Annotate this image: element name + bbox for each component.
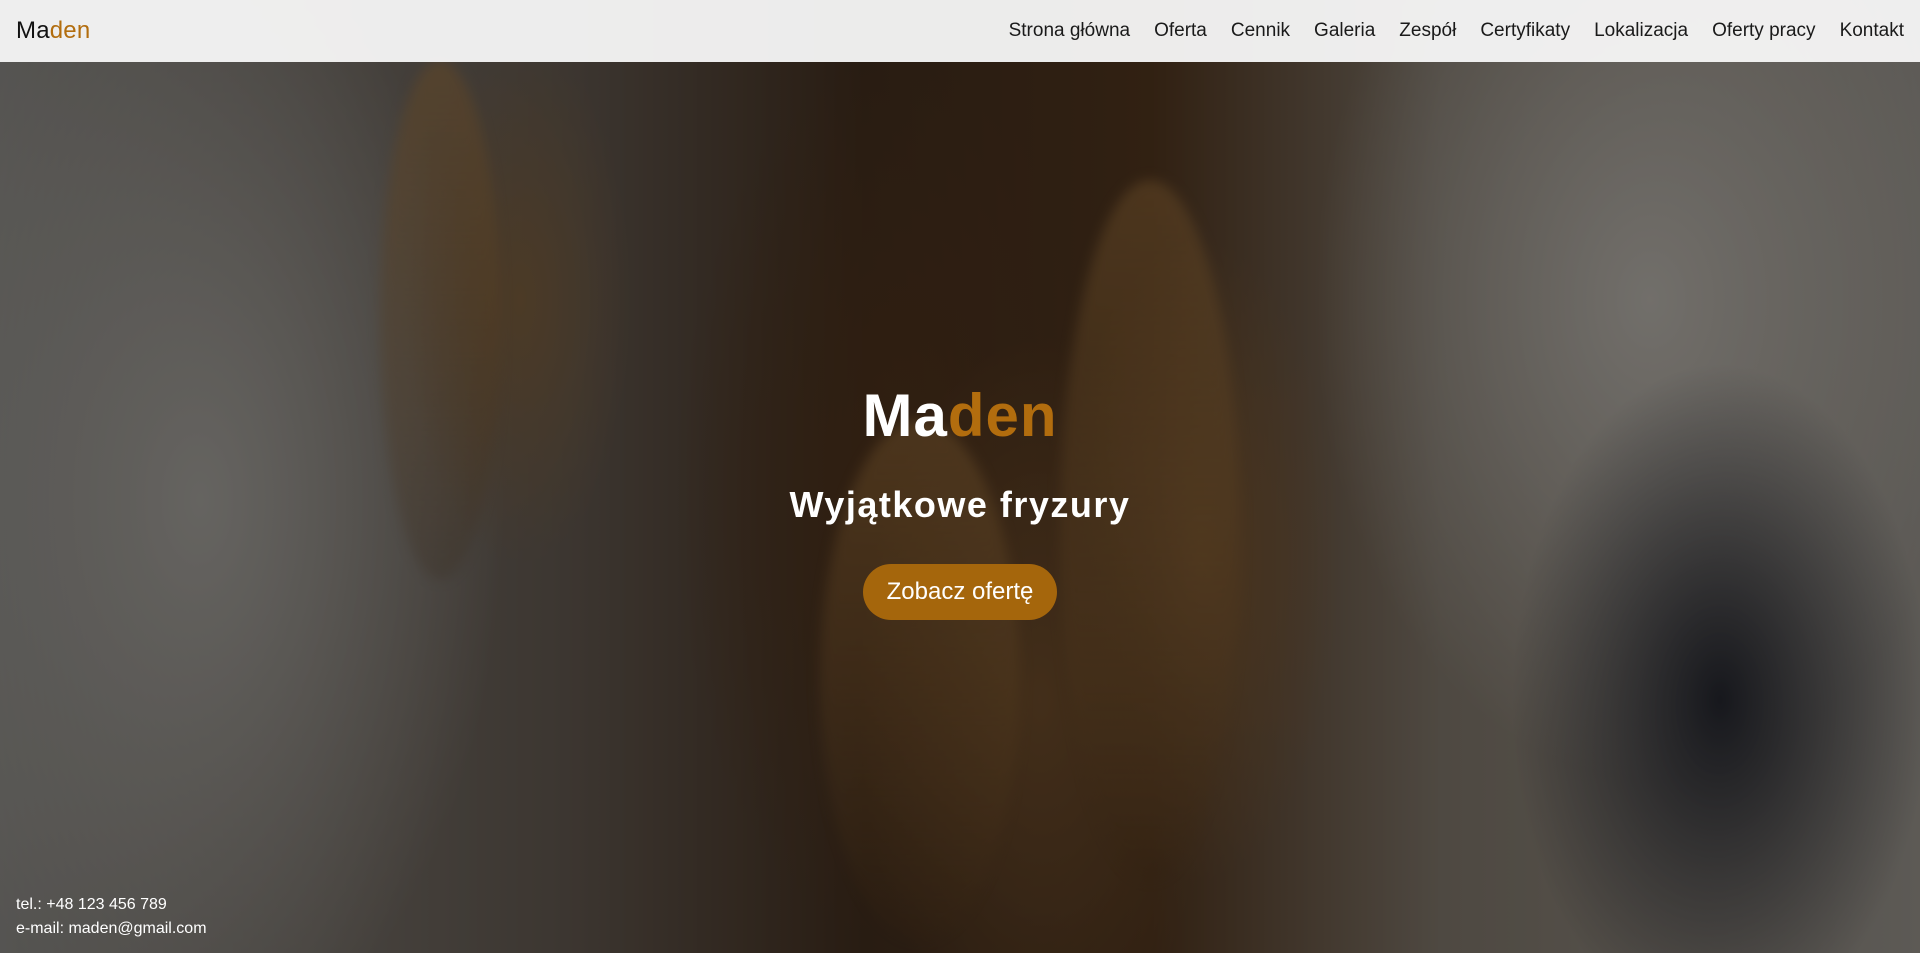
brand-logo[interactable]: Maden (16, 17, 90, 45)
nav-item-home[interactable]: Strona główna (1009, 20, 1130, 42)
see-offer-button[interactable]: Zobacz ofertę (862, 564, 1058, 620)
nav-item-contact[interactable]: Kontakt (1840, 20, 1904, 42)
brand-suffix: den (49, 17, 91, 44)
nav-links: Strona główna Oferta Cennik Galeria Zesp… (1009, 20, 1904, 42)
nav-item-jobs[interactable]: Oferty pracy (1712, 20, 1815, 42)
nav-item-location[interactable]: Lokalizacja (1594, 20, 1688, 42)
nav-item-gallery[interactable]: Galeria (1314, 20, 1375, 42)
hero-title: Maden (0, 380, 1920, 452)
hero-subtitle: Wyjątkowe fryzury (789, 484, 1131, 525)
contact-email: e-mail: maden@gmail.com (16, 920, 207, 937)
hero-title-prefix: Ma (862, 382, 948, 449)
contact-phone: tel.: +48 123 456 789 (16, 896, 167, 913)
contact-info: tel.: +48 123 456 789 e-mail: maden@gmai… (16, 893, 207, 941)
navbar: Maden Strona główna Oferta Cennik Galeri… (0, 0, 1920, 62)
brand-prefix: Ma (16, 17, 50, 44)
nav-item-offer[interactable]: Oferta (1154, 20, 1207, 42)
nav-item-pricing[interactable]: Cennik (1231, 20, 1290, 42)
nav-item-certificates[interactable]: Certyfikaty (1480, 20, 1570, 42)
nav-item-team[interactable]: Zespół (1399, 20, 1456, 42)
hero-content: Maden Wyjątkowe fryzury Zobacz ofertę (0, 380, 1920, 620)
hero-title-suffix: den (947, 382, 1058, 449)
